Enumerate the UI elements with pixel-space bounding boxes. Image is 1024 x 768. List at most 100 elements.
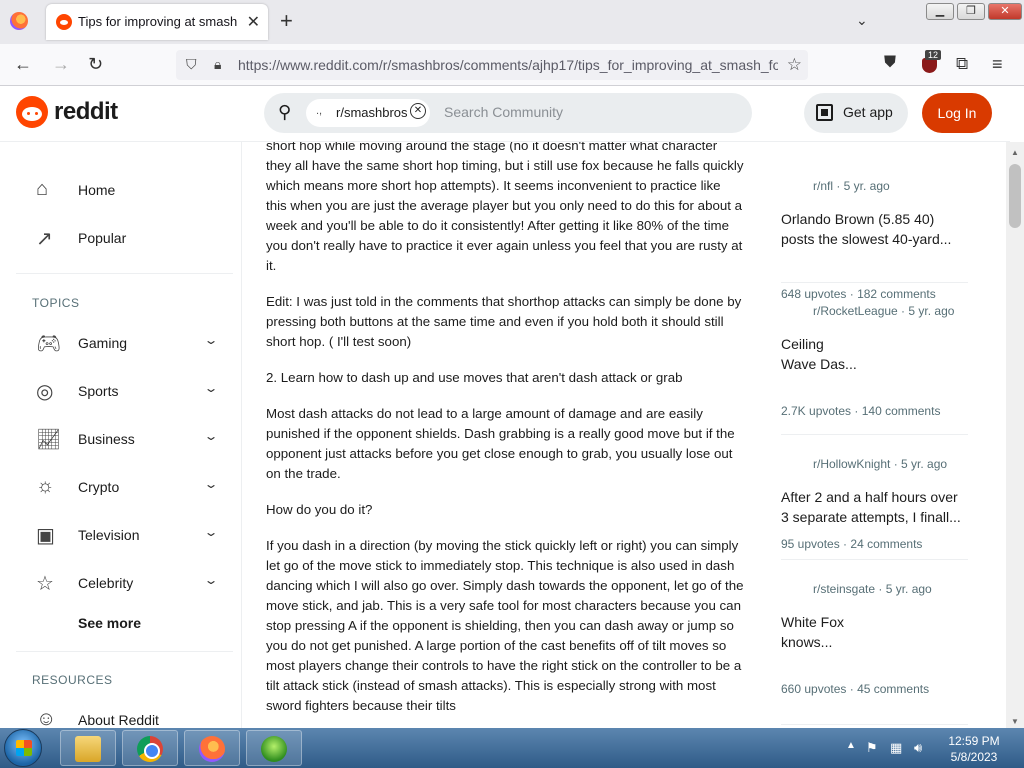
sidebar-item-crypto[interactable]: ☼ Crypto ⌄ (16, 467, 233, 507)
chevron-down-icon[interactable]: ⌄ (203, 333, 218, 347)
home-icon: ⌂ (36, 178, 49, 200)
volume-icon[interactable]: 🔊︎ (914, 740, 922, 756)
sidebar-divider (16, 273, 233, 274)
bookmark-star-icon[interactable]: ☆ (787, 55, 802, 75)
see-more-link[interactable]: See more (78, 615, 141, 631)
related-post[interactable]: r/steinsgate · 5 yr. ago White Fox knows… (781, 582, 968, 710)
taskbar-clock[interactable]: 12:59 PM 5/8/2023 (936, 733, 1012, 765)
related-post-meta[interactable]: r/HollowKnight · 5 yr. ago (813, 457, 947, 471)
community-chip: ., r/smashbros ✕ (306, 99, 430, 127)
comment-count: 182 comments (857, 287, 936, 301)
chevron-down-icon[interactable]: ⌄ (203, 525, 218, 539)
tab-title: Tips for improving at smash for (78, 14, 240, 29)
pocket-icon[interactable]: ⛊ (884, 54, 896, 72)
window-close-button[interactable]: ✕ (988, 3, 1022, 20)
sidebar-item-gaming[interactable]: 🎮︎ Gaming ⌄ (16, 323, 233, 363)
search-bar[interactable]: ⚲ ., r/smashbros ✕ Search Community (264, 93, 752, 133)
chevron-down-icon[interactable]: ⌄ (203, 573, 218, 587)
sidebar-item-home[interactable]: ⌂ Home (16, 170, 233, 210)
related-divider (781, 282, 968, 283)
sidebar-item-celebrity[interactable]: ☆ Celebrity ⌄ (16, 563, 233, 603)
url-text[interactable]: https://www.reddit.com/r/smashbros/comme… (238, 57, 778, 73)
scroll-up-icon[interactable]: ▲ (1011, 148, 1019, 157)
related-post-title[interactable]: Orlando Brown (5.85 40) posts the slowes… (781, 209, 968, 249)
browser-tab[interactable]: Tips for improving at smash for ✕ (46, 4, 268, 40)
sidebar-item-label: Television (78, 527, 140, 543)
reload-icon[interactable]: ↻ (88, 54, 103, 75)
related-post-title[interactable]: After 2 and a half hours over 3 separate… (781, 487, 968, 527)
related-post-title[interactable]: White Fox knows... (781, 612, 968, 652)
back-icon[interactable]: ← (14, 54, 32, 75)
related-posts: r/nfl · 5 yr. ago Orlando Brown (5.85 40… (781, 142, 971, 728)
sidebar-item-business[interactable]: 📈︎ Business ⌄ (16, 419, 233, 459)
taskbar-explorer[interactable] (60, 730, 116, 766)
list-all-tabs-icon[interactable]: ⌄ (856, 12, 868, 29)
taskbar-firefox[interactable] (184, 730, 240, 766)
sidebar-item-about[interactable]: ☺ About Reddit (16, 700, 233, 728)
star-icon: ☆ (36, 573, 54, 595)
taskbar-app[interactable] (246, 730, 302, 766)
post-body: short hop while moving around the stage … (266, 142, 744, 728)
clear-community-icon[interactable]: ✕ (410, 103, 426, 119)
new-tab-button[interactable]: + (280, 8, 293, 34)
tab-close-icon[interactable]: ✕ (247, 12, 260, 32)
browser-nav-bar: ← → ↻ ⛉ 🔒︎ https://www.reddit.com/r/smas… (0, 44, 1024, 86)
sidebar-item-television[interactable]: ▣ Television ⌄ (16, 515, 233, 555)
maximize-button[interactable]: ❐ (957, 3, 985, 20)
post-paragraph: short hop while moving around the stage … (266, 142, 744, 273)
related-post-meta[interactable]: r/nfl · 5 yr. ago (813, 179, 890, 193)
related-post-meta[interactable]: r/RocketLeague · 5 yr. ago (813, 304, 954, 318)
related-post[interactable]: r/nfl · 5 yr. ago Orlando Brown (5.85 40… (781, 179, 968, 307)
sidebar-item-label: Celebrity (78, 575, 134, 591)
scroll-down-icon[interactable]: ▼ (1011, 717, 1019, 726)
show-hidden-icons[interactable]: ▲ (846, 740, 856, 751)
related-post-stats: 660 upvotes · 45 comments (781, 682, 930, 696)
extensions-puzzle-icon[interactable]: ⧉ (956, 54, 968, 74)
chevron-down-icon[interactable]: ⌄ (203, 429, 218, 443)
tracking-shield-icon[interactable]: ⛉ (186, 56, 197, 73)
url-bar[interactable]: ⛉ 🔒︎ https://www.reddit.com/r/smashbros/… (176, 50, 808, 80)
search-input[interactable]: Search Community (444, 104, 563, 120)
related-post-stats: 95 upvotes · 24 comments (781, 537, 923, 551)
upvote-count: 648 upvotes (781, 287, 847, 301)
reddit-logo-icon[interactable] (16, 96, 48, 128)
sidebar-item-sports[interactable]: ◎ Sports ⌄ (16, 371, 233, 411)
comment-count: 140 comments (861, 404, 941, 418)
login-button[interactable]: Log In (922, 93, 992, 133)
comment-count: 24 comments (850, 537, 923, 551)
forward-icon[interactable]: → (52, 54, 70, 75)
related-divider (781, 434, 968, 435)
hamburger-menu-icon[interactable]: ≡ (992, 54, 1003, 75)
related-post[interactable]: r/HollowKnight · 5 yr. ago After 2 and a… (781, 457, 968, 585)
lock-icon[interactable]: 🔒︎ (214, 56, 221, 73)
reddit-wordmark[interactable]: reddit (54, 98, 118, 126)
page-scrollbar[interactable]: ▲ ▼ (1006, 142, 1024, 728)
chevron-down-icon[interactable]: ⌄ (203, 381, 218, 395)
sidebar-item-label: Sports (78, 383, 119, 399)
clock-date: 5/8/2023 (950, 750, 998, 764)
related-post-stats: 2.7K upvotes · 140 comments (781, 404, 941, 418)
sidebar-item-label: Business (78, 431, 135, 447)
network-icon[interactable]: ▦ (890, 740, 902, 756)
firefox-menu-icon[interactable] (10, 12, 28, 30)
taskbar-chrome[interactable] (122, 730, 178, 766)
minimize-button[interactable]: ▁ (926, 3, 954, 20)
related-post[interactable]: r/RocketLeague · 5 yr. ago Ceiling Wave … (781, 304, 968, 432)
chevron-down-icon[interactable]: ⌄ (203, 477, 218, 491)
action-center-flag-icon[interactable]: ⚑ (866, 740, 878, 756)
tv-icon: ▣ (36, 525, 55, 547)
search-icon: ⚲ (278, 102, 292, 122)
scrollbar-thumb[interactable] (1009, 164, 1021, 228)
extension-ublock-icon[interactable]: 12 (920, 50, 942, 74)
subreddit-icon: ., (316, 105, 323, 117)
start-button[interactable] (4, 729, 42, 767)
get-app-button[interactable]: Get app (804, 93, 908, 133)
sidebar-item-label: Gaming (78, 335, 128, 351)
related-post-meta[interactable]: r/steinsgate · 5 yr. ago (813, 582, 932, 596)
reddit-header: reddit ⚲ ., r/smashbros ✕ Search Communi… (0, 86, 1010, 142)
related-post-title[interactable]: Ceiling Wave Das... (781, 334, 968, 374)
sidebar-item-popular[interactable]: ↗ Popular (16, 218, 233, 258)
related-divider (781, 559, 968, 560)
upvote-count: 95 upvotes (781, 537, 840, 551)
chart-icon: 📈︎ (36, 429, 62, 451)
